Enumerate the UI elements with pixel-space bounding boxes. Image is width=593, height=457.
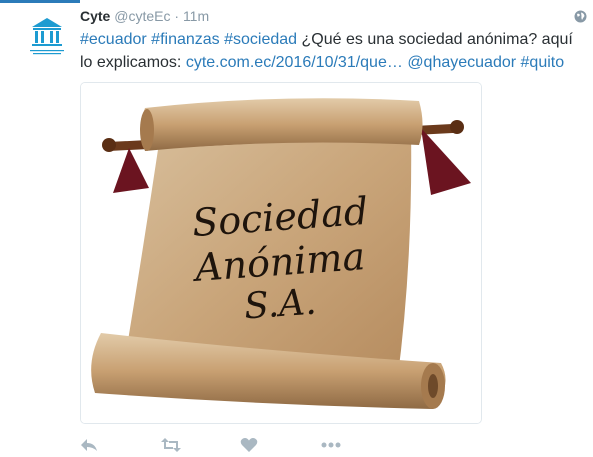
- author-handle[interactable]: @cyteEc: [114, 8, 170, 24]
- timestamp-link[interactable]: 11m: [183, 8, 209, 24]
- tab-indicator: [0, 0, 80, 3]
- more-icon[interactable]: [320, 437, 342, 453]
- separator-dot: ·: [174, 8, 180, 24]
- author-name[interactable]: Cyte: [80, 8, 110, 24]
- image-text-line-3: S.A.: [243, 282, 318, 328]
- tweet-link[interactable]: #ecuador: [80, 31, 147, 48]
- tweet-link[interactable]: #sociedad: [224, 31, 297, 48]
- retweet-icon[interactable]: [160, 437, 182, 453]
- tweet-header: Cyte @cyteEc · 11m: [80, 8, 209, 24]
- tweet-link[interactable]: cyte.com.ec/2016/10/31/que…: [186, 54, 403, 71]
- avatar[interactable]: [16, 6, 78, 68]
- like-icon[interactable]: [240, 437, 258, 453]
- tweet-media[interactable]: Sociedad Anónima S.A.: [80, 82, 482, 424]
- reply-icon[interactable]: [80, 437, 98, 453]
- tweet-link[interactable]: @qhayecuador: [407, 54, 516, 71]
- globe-icon: [574, 10, 587, 23]
- tweet-link[interactable]: #quito: [521, 54, 565, 71]
- tweet-text: #ecuador #finanzas #sociedad ¿Qué es una…: [80, 28, 580, 74]
- tweet-link[interactable]: #finanzas: [151, 31, 220, 48]
